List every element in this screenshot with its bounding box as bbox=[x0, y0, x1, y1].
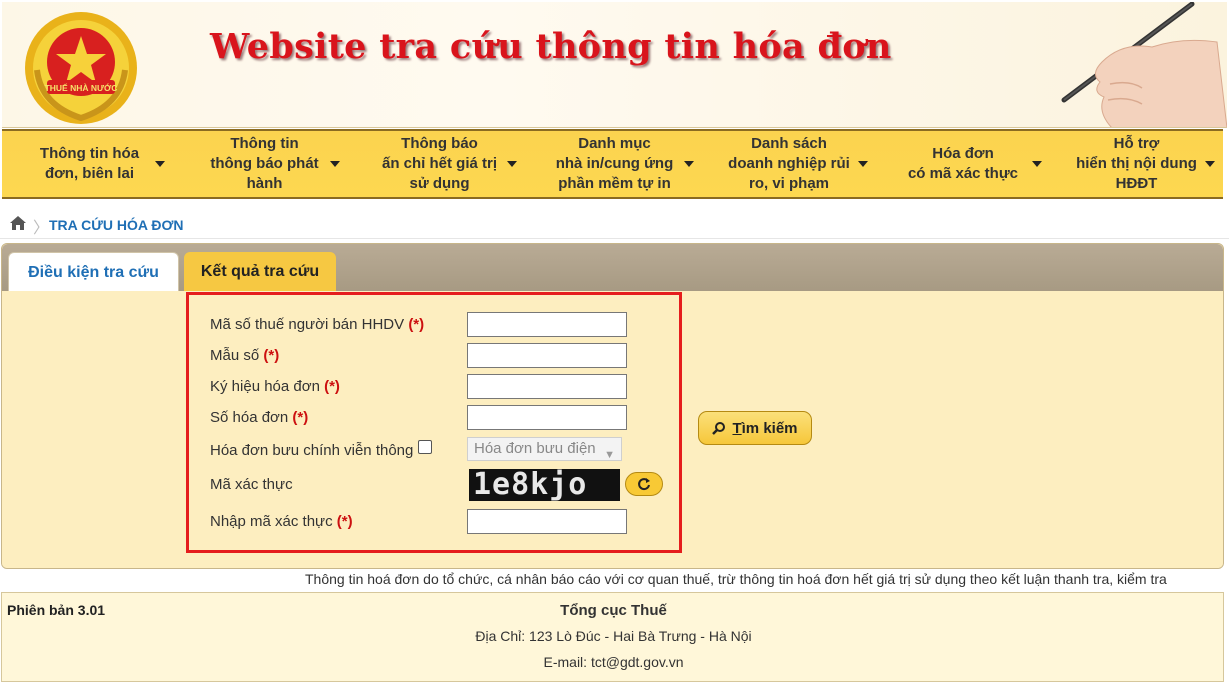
label-text: Nhập mã xác thực bbox=[210, 513, 333, 530]
nav-label: Thông tin hóa đơn, biên lai bbox=[39, 145, 140, 182]
main-nav: Thông tin hóa đơn, biên lai Thông tin th… bbox=[2, 129, 1223, 199]
footer-address: Địa Chỉ: 123 Lò Đúc - Hai Bà Trưng - Hà … bbox=[475, 628, 752, 644]
chevron-down-icon bbox=[1032, 161, 1042, 167]
chevron-down-icon bbox=[507, 161, 517, 167]
home-icon[interactable] bbox=[10, 216, 26, 230]
breadcrumb-current: TRA CỨU HÓA ĐƠN bbox=[49, 217, 184, 233]
footer-org: Tổng cục Thuế bbox=[560, 602, 667, 619]
chevron-down-icon bbox=[155, 161, 165, 167]
search-icon bbox=[712, 422, 726, 435]
postal-invoice-label: Hóa đơn bưu chính viễn thông bbox=[210, 442, 414, 459]
tax-emblem-logo: THUẾ NHÀ NƯỚC bbox=[25, 12, 137, 124]
nav-risky-businesses[interactable]: Danh sách doanh nghiệp rủi ro, vi phạm bbox=[702, 131, 876, 197]
breadcrumb: 〉 TRA CỨU HÓA ĐƠN bbox=[0, 207, 1229, 239]
template-label: Mẫu số (*) bbox=[210, 347, 279, 364]
label-text: Số hóa đơn bbox=[210, 409, 289, 426]
nav-printer-list[interactable]: Danh mục nhà in/cung ứng phần mềm tự in bbox=[527, 131, 702, 197]
tab-search-results[interactable]: Kết quả tra cứu bbox=[184, 252, 336, 291]
nav-label: Danh mục nhà in/cung ứng phần mềm tự in bbox=[555, 135, 674, 192]
tab-search-conditions[interactable]: Điều kiện tra cứu bbox=[8, 252, 179, 292]
seller-tax-code-input[interactable] bbox=[467, 312, 627, 337]
header-banner: THUẾ NHÀ NƯỚC Website tra cứu thông tin … bbox=[2, 2, 1227, 128]
nav-label: Danh sách doanh nghiệp rủi ro, vi phạm bbox=[728, 135, 850, 192]
label-text: Mẫu số bbox=[210, 347, 260, 364]
symbol-label: Ký hiệu hóa đơn (*) bbox=[210, 378, 340, 395]
select-value: Hóa đơn bưu điện bbox=[474, 440, 596, 457]
tab-bar: Điều kiện tra cứu Kết quả tra cứu bbox=[2, 244, 1223, 292]
required-mark: (*) bbox=[292, 409, 309, 426]
invoice-number-input[interactable] bbox=[467, 405, 627, 430]
nav-support[interactable]: Hỗ trợ hiển thị nội dung HĐĐT bbox=[1050, 131, 1223, 197]
footer: Phiên bản 3.01 Tổng cục Thuế Địa Chỉ: 12… bbox=[1, 592, 1224, 682]
nav-label: Hỗ trợ hiển thị nội dung HĐĐT bbox=[1076, 135, 1197, 192]
symbol-input[interactable] bbox=[467, 374, 627, 399]
chevron-down-icon bbox=[1205, 161, 1215, 167]
refresh-icon bbox=[638, 478, 650, 491]
nav-authenticated-invoice[interactable]: Hóa đơn có mã xác thực bbox=[876, 131, 1050, 197]
required-mark: (*) bbox=[408, 316, 425, 333]
captcha-input[interactable] bbox=[467, 509, 627, 534]
postal-invoice-select[interactable]: Hóa đơn bưu điện ▼ bbox=[467, 437, 622, 461]
notice-text: Thông tin hoá đơn do tổ chức, cá nhân bá… bbox=[305, 571, 1167, 587]
site-title: Website tra cứu thông tin hóa đơn bbox=[210, 26, 892, 67]
nav-label: Thông báo ấn chỉ hết giá trị sử dụng bbox=[381, 135, 498, 192]
nav-invoice-info[interactable]: Thông tin hóa đơn, biên lai bbox=[2, 131, 177, 197]
breadcrumb-separator: 〉 bbox=[33, 220, 50, 237]
postal-invoice-checkbox[interactable] bbox=[418, 440, 432, 454]
captcha-input-label: Nhập mã xác thực (*) bbox=[210, 513, 353, 530]
chevron-down-icon bbox=[858, 161, 868, 167]
label-text: Ký hiệu hóa đơn bbox=[210, 378, 320, 395]
svg-text:THUẾ NHÀ NƯỚC: THUẾ NHÀ NƯỚC bbox=[45, 82, 118, 93]
refresh-captcha-button[interactable] bbox=[625, 472, 663, 496]
search-label: ìm kiếm bbox=[741, 419, 798, 437]
search-button[interactable]: Tìm kiếm bbox=[698, 411, 812, 445]
chevron-down-icon bbox=[330, 161, 340, 167]
hand-pencil-illustration bbox=[1061, 2, 1227, 127]
captcha-image: 1e8kjo bbox=[469, 469, 620, 501]
nav-issuance-notice[interactable]: Thông tin thông báo phát hành bbox=[177, 131, 352, 197]
nav-expired-invoice[interactable]: Thông báo ấn chỉ hết giá trị sử dụng bbox=[352, 131, 527, 197]
invoice-number-label: Số hóa đơn (*) bbox=[210, 409, 308, 426]
captcha-label: Mã xác thực bbox=[210, 476, 293, 493]
nav-label: Hóa đơn có mã xác thực bbox=[907, 145, 1019, 182]
label-text: Mã số thuế người bán HHDV bbox=[210, 316, 405, 333]
footer-email: E-mail: tct@gdt.gov.vn bbox=[543, 654, 684, 670]
required-mark: (*) bbox=[263, 347, 280, 364]
nav-label: Thông tin thông báo phát hành bbox=[210, 135, 319, 192]
chevron-down-icon: ▼ bbox=[604, 449, 615, 461]
search-label-key: T bbox=[732, 419, 742, 437]
template-input[interactable] bbox=[467, 343, 627, 368]
required-mark: (*) bbox=[336, 513, 353, 530]
chevron-down-icon bbox=[684, 161, 694, 167]
captcha-text: 1e8kjo bbox=[473, 469, 588, 501]
required-mark: (*) bbox=[324, 378, 340, 395]
seller-tax-code-label: Mã số thuế người bán HHDV (*) bbox=[210, 316, 424, 333]
